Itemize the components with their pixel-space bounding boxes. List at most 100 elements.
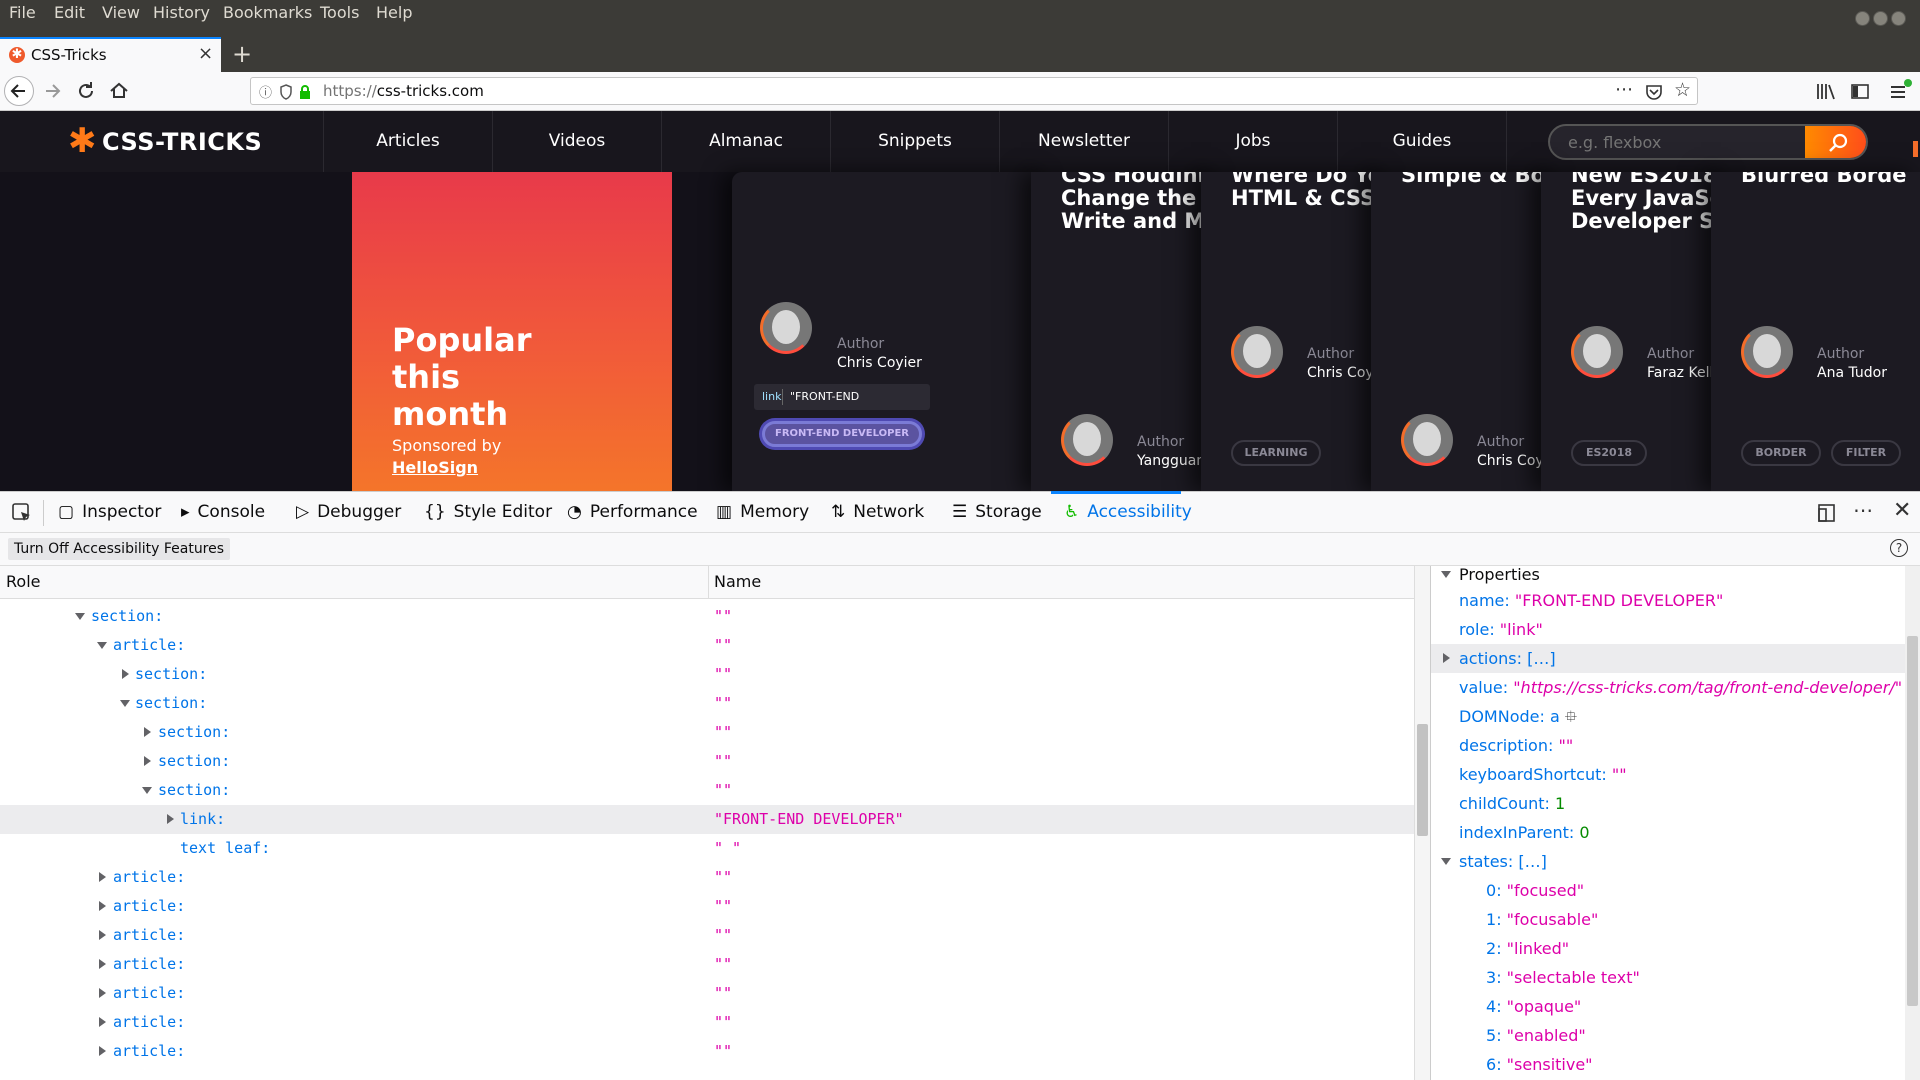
author-avatar[interactable] (1741, 326, 1793, 378)
collapsed-twisty-icon[interactable] (99, 930, 106, 940)
properties-scrollbar-thumb[interactable] (1907, 636, 1918, 1006)
tree-row[interactable]: section: "" (0, 602, 1414, 631)
property-row[interactable]: value: "https://css-tricks.com/tag/front… (1431, 673, 1905, 702)
author-avatar[interactable] (760, 302, 812, 354)
browser-tab[interactable]: ✱ CSS-Tricks × (0, 37, 221, 72)
author-avatar[interactable] (1571, 326, 1623, 378)
collapsed-twisty-icon[interactable] (99, 872, 106, 882)
tree-row[interactable]: section: "" (0, 689, 1414, 718)
url-bar[interactable]: ⓘ https://css-tricks.com ⋯ ☆ (250, 77, 1698, 105)
property-row[interactable]: 1: "focusable" (1431, 905, 1905, 934)
tab-memory[interactable]: ▥ Memory (716, 492, 809, 533)
property-row[interactable]: 3: "selectable text" (1431, 963, 1905, 992)
dock-side-icon[interactable] (1817, 503, 1837, 523)
collapsed-twisty-icon[interactable] (1443, 653, 1450, 663)
tree-row[interactable]: section: "" (0, 660, 1414, 689)
role-column-header[interactable]: Role (6, 572, 40, 591)
tag-border[interactable]: BORDER (1741, 440, 1821, 466)
author-avatar[interactable] (1061, 414, 1113, 466)
expanded-twisty-icon[interactable] (75, 613, 85, 620)
property-row[interactable]: actions: […] (1431, 644, 1905, 673)
collapsed-twisty-icon[interactable] (144, 756, 151, 766)
tree-row[interactable]: article: "" (0, 892, 1414, 921)
tab-storage[interactable]: ☰ Storage (952, 492, 1042, 533)
turn-off-accessibility-button[interactable]: Turn Off Accessibility Features (8, 538, 231, 560)
tab-debugger[interactable]: ▷ Debugger (296, 492, 401, 533)
property-row[interactable]: indexInParent: 0 (1431, 818, 1905, 847)
collapsed-twisty-icon[interactable] (144, 727, 151, 737)
property-row[interactable]: 0: "focused" (1431, 876, 1905, 905)
collapsed-twisty-icon[interactable] (99, 988, 106, 998)
nav-articles[interactable]: Articles (323, 131, 493, 151)
author-name[interactable]: Chris Coyier (837, 355, 922, 371)
card-title[interactable]: CSS Houdini CChange the WaWrite and Man (1061, 172, 1221, 233)
menu-hamburger-icon[interactable] (1888, 78, 1914, 102)
author-name[interactable]: Ana Tudor (1817, 365, 1887, 381)
new-tab-button[interactable]: + (232, 40, 252, 68)
property-row[interactable]: states: […] (1431, 847, 1905, 876)
property-row[interactable]: 5: "enabled" (1431, 1021, 1905, 1050)
property-row[interactable]: keyboardShortcut: "" (1431, 760, 1905, 789)
author-avatar[interactable] (1401, 414, 1453, 466)
nav-almanac[interactable]: Almanac (661, 131, 831, 151)
tab-style-editor[interactable]: {} Style Editor (424, 492, 552, 533)
tab-accessibility[interactable]: ♿ Accessibility (1064, 492, 1192, 533)
menu-history[interactable]: History (153, 3, 210, 22)
author-avatar[interactable] (1231, 326, 1283, 378)
card-title[interactable]: Where Do You HTML & CSS in (1231, 172, 1391, 210)
tag-front-end-developer[interactable]: FRONT-END DEVELOPER (762, 421, 922, 447)
name-column-header[interactable]: Name (714, 572, 761, 591)
card-title[interactable]: New ES2018 F Every JavaScr Developer Sho (1571, 172, 1731, 233)
tree-row-selected[interactable]: link: "FRONT-END DEVELOPER" (0, 805, 1414, 834)
tree-row[interactable]: article: "" (0, 921, 1414, 950)
site-logo[interactable]: CSS-TRICKS (102, 128, 262, 156)
close-window-button[interactable] (1891, 11, 1906, 26)
nav-guides[interactable]: Guides (1337, 131, 1507, 151)
tree-scrollbar-thumb[interactable] (1417, 724, 1428, 836)
tab-console[interactable]: ▸ Console (181, 492, 265, 533)
expanded-twisty-icon[interactable] (97, 642, 107, 649)
element-picker-icon[interactable] (11, 502, 33, 524)
tree-row[interactable]: article: "" (0, 631, 1414, 660)
article-card[interactable]: Simple & Born Author Chris Coyi (1371, 172, 1561, 491)
page-actions-icon[interactable]: ⋯ (1615, 79, 1633, 100)
tag-learning[interactable]: LEARNING (1231, 440, 1321, 466)
site-search-input[interactable] (1550, 126, 1805, 158)
author-name[interactable]: Faraz Kell (1647, 365, 1713, 381)
property-row[interactable]: childCount: 1 (1431, 789, 1905, 818)
tree-row[interactable]: article: "" (0, 1037, 1414, 1066)
property-row[interactable]: 4: "opaque" (1431, 992, 1905, 1021)
expanded-twisty-icon[interactable] (142, 787, 152, 794)
expanded-twisty-icon[interactable] (120, 700, 130, 707)
card-title[interactable]: Blurred Borde (1741, 172, 1907, 187)
properties-scrollbar[interactable] (1905, 566, 1920, 1080)
expanded-twisty-icon[interactable] (1441, 571, 1451, 578)
nav-jobs[interactable]: Jobs (1168, 131, 1338, 151)
tab-close-icon[interactable]: × (198, 43, 213, 64)
tree-row[interactable]: article: "" (0, 1008, 1414, 1037)
article-card[interactable]: CSS Houdini CChange the WaWrite and Man … (1031, 172, 1221, 491)
site-search-button[interactable] (1805, 126, 1866, 158)
more-options-icon[interactable]: ⋯ (1853, 498, 1873, 522)
properties-header[interactable]: Properties (1431, 560, 1905, 589)
article-card[interactable]: New ES2018 F Every JavaScr Developer Sho A… (1541, 172, 1731, 491)
nav-snippets[interactable]: Snippets (830, 131, 1000, 151)
nav-newsletter[interactable]: Newsletter (999, 131, 1169, 151)
help-icon[interactable]: ? (1890, 539, 1908, 557)
forward-arrow-icon[interactable] (40, 78, 66, 104)
tree-row[interactable]: section: "" (0, 718, 1414, 747)
property-row[interactable]: description: "" (1431, 731, 1905, 760)
menu-view[interactable]: View (102, 3, 140, 22)
card-title[interactable]: Simple & Born (1401, 172, 1561, 187)
sponsor-link[interactable]: HelloSign (392, 458, 478, 477)
pocket-icon[interactable] (1645, 83, 1663, 101)
collapsed-twisty-icon[interactable] (167, 814, 174, 824)
collapsed-twisty-icon[interactable] (99, 1046, 106, 1056)
close-devtools-icon[interactable]: ✕ (1893, 498, 1911, 523)
tab-network[interactable]: ⇅ Network (831, 492, 924, 533)
property-row[interactable]: role: "link" (1431, 615, 1905, 644)
article-card[interactable]: Where Do You HTML & CSS in Author Chris C… (1201, 172, 1391, 491)
lock-icon[interactable] (298, 84, 312, 100)
tree-row[interactable]: section: "" (0, 747, 1414, 776)
tree-row[interactable]: article: "" (0, 979, 1414, 1008)
